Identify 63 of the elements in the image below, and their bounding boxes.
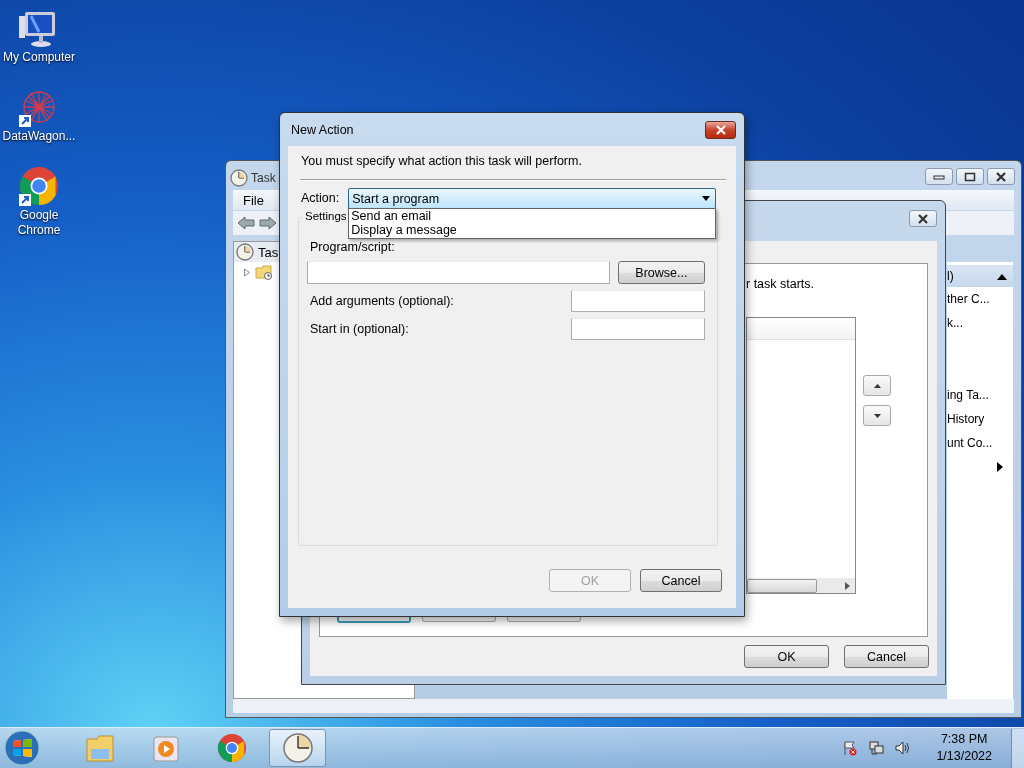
- text-input[interactable]: [571, 290, 705, 312]
- action-item[interactable]: k...: [947, 316, 963, 330]
- forward-arrow-icon[interactable]: [259, 216, 277, 230]
- scroll-right-arrow-icon[interactable]: [845, 582, 850, 590]
- dialog-title: New Action: [291, 122, 354, 137]
- clock-time[interactable]: 7:38 PM: [940, 731, 988, 748]
- desktop-icon-label[interactable]: Google Chrome: [1, 208, 77, 238]
- minimize-icon: [933, 172, 945, 181]
- action-item[interactable]: unt Co...: [947, 436, 993, 450]
- dropdown-option[interactable]: Display a message: [349, 223, 716, 237]
- close-icon: [917, 213, 929, 224]
- submenu-arrow-icon[interactable]: [997, 462, 1003, 472]
- ok-button[interactable]: OK: [744, 645, 829, 668]
- collapse-caret-icon[interactable]: [997, 272, 1007, 280]
- actions-header-title: l): [947, 269, 954, 283]
- cancel-button[interactable]: Cancel: [844, 645, 929, 668]
- new-button[interactable]: [337, 617, 411, 623]
- close-icon: [995, 171, 1007, 182]
- program-input[interactable]: [307, 261, 610, 284]
- menu-item[interactable]: File: [243, 192, 264, 208]
- caret-down-icon: [873, 413, 881, 418]
- field-label: Program/script:: [310, 240, 396, 255]
- field-label: Start in (optional):: [310, 321, 409, 337]
- window-title: Task: [251, 171, 276, 185]
- maximize-icon: [964, 171, 976, 182]
- desktop-icon-label[interactable]: DataWagon...: [1, 129, 77, 144]
- move-up-button[interactable]: [863, 375, 891, 396]
- field-label: Action:: [301, 190, 340, 207]
- expand-arrow-icon[interactable]: [243, 267, 251, 277]
- network-icon[interactable]: [868, 740, 886, 756]
- dropdown-option[interactable]: Send an email: [349, 209, 716, 223]
- close-button[interactable]: [705, 120, 736, 139]
- clock-date[interactable]: 1/13/2022: [936, 748, 992, 765]
- action-item[interactable]: ther C...: [947, 292, 990, 306]
- field-label: Add arguments (optional):: [310, 293, 454, 309]
- folder-clock-icon[interactable]: [255, 264, 273, 280]
- maximize-button[interactable]: [956, 168, 984, 185]
- close-button[interactable]: [909, 210, 937, 227]
- taskbar-button[interactable]: [269, 729, 326, 767]
- group-label: Settings: [303, 210, 349, 222]
- action-dropdown[interactable]: Start a program: [348, 188, 717, 209]
- horizontal-scrollbar[interactable]: [747, 578, 855, 593]
- action-item[interactable]: ing Ta...: [947, 388, 989, 402]
- desktop-icon-label[interactable]: My Computer: [1, 50, 77, 65]
- clock-icon: [230, 169, 248, 187]
- description-text: r task starts.: [746, 277, 815, 291]
- scrollbar-thumb[interactable]: [747, 579, 817, 593]
- tree-item[interactable]: Tas: [258, 244, 279, 260]
- back-arrow-icon[interactable]: [237, 216, 255, 230]
- action-item[interactable]: History: [947, 412, 985, 426]
- show-desktop-button[interactable]: [1011, 728, 1024, 768]
- caret-up-icon: [873, 383, 881, 388]
- cancel-button[interactable]: Cancel: [640, 569, 722, 592]
- text-input[interactable]: [571, 318, 705, 340]
- move-down-button[interactable]: [863, 405, 891, 426]
- close-button[interactable]: [987, 168, 1015, 185]
- volume-icon[interactable]: [894, 740, 912, 756]
- instruction-text: You must specify what action this task will perform.: [301, 154, 583, 169]
- browse-button[interactable]: Browse...: [617, 261, 705, 284]
- clock-icon: [280, 731, 315, 765]
- actions-header[interactable]: l): [947, 265, 1013, 287]
- close-icon: [714, 124, 727, 135]
- start-button[interactable]: [2, 728, 42, 768]
